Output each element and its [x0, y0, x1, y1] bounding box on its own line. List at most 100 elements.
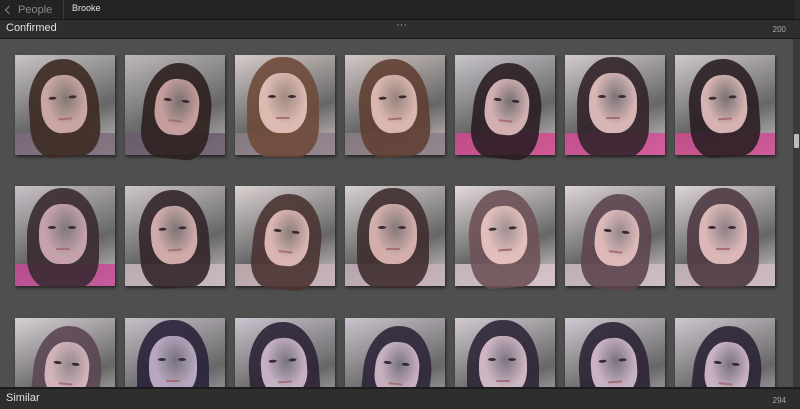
- photo-mouth: [498, 119, 513, 124]
- face-thumbnail[interactable]: [125, 55, 225, 163]
- photo-eye: [731, 362, 741, 367]
- photo-eye: [398, 95, 407, 99]
- photo-mouth: [278, 250, 293, 255]
- photo-mouth: [168, 119, 183, 124]
- scrollbar-thumb[interactable]: [794, 134, 799, 148]
- breadcrumb-divider: [63, 0, 64, 19]
- photo-mouth: [495, 380, 510, 383]
- photo-eye: [377, 225, 386, 229]
- photo-eye: [397, 225, 406, 229]
- photo-eye: [507, 357, 516, 361]
- photo-mouth: [498, 248, 513, 252]
- chevron-left-icon: [4, 5, 14, 15]
- photo-eye: [157, 357, 166, 361]
- face-thumbnail[interactable]: [345, 318, 445, 387]
- photo-eye: [378, 96, 387, 100]
- face-thumbnail[interactable]: [345, 186, 445, 288]
- face-thumbnail[interactable]: [15, 55, 115, 160]
- photo-eye: [713, 360, 722, 365]
- face-thumbnail[interactable]: [15, 318, 115, 387]
- photo-mouth: [605, 117, 620, 120]
- photo-eye: [67, 225, 76, 229]
- photo-eye: [163, 97, 172, 102]
- face-thumbnail[interactable]: [455, 186, 555, 291]
- similar-section-header[interactable]: Similar 294: [0, 388, 800, 409]
- back-label: People: [18, 3, 53, 16]
- photo-face: [589, 73, 637, 133]
- top-navigation-bar: People Brooke: [0, 0, 800, 20]
- photo-eye: [487, 357, 496, 361]
- photo-eye: [488, 227, 497, 231]
- photo-eye: [727, 225, 736, 229]
- photo-face: [479, 336, 527, 387]
- confirmed-photo-grid: [0, 39, 793, 387]
- confirmed-count: 200: [772, 25, 786, 34]
- photo-eye: [401, 362, 411, 367]
- photo-eye: [621, 230, 631, 235]
- photo-eye: [597, 94, 606, 98]
- photo-eye: [508, 226, 517, 230]
- vertical-scrollbar[interactable]: [793, 39, 800, 387]
- photo-face: [39, 204, 87, 264]
- face-thumbnail[interactable]: [345, 55, 445, 160]
- similar-title: Similar: [6, 392, 40, 404]
- photo-eye: [511, 99, 521, 104]
- confirmed-section-header[interactable]: Confirmed ··· 200: [0, 19, 800, 39]
- face-thumbnail[interactable]: [675, 318, 775, 387]
- photo-eye: [177, 357, 186, 361]
- photo-eye: [71, 362, 81, 367]
- photo-eye: [53, 360, 62, 365]
- face-thumbnail[interactable]: [455, 55, 555, 163]
- photo-eye: [617, 94, 626, 98]
- photo-mouth: [385, 248, 400, 251]
- breadcrumb-person-name: Brooke: [72, 3, 101, 13]
- photo-face: [259, 73, 307, 133]
- photo-eye: [708, 96, 717, 100]
- photo-mouth: [718, 117, 733, 121]
- photo-eye: [273, 228, 282, 233]
- face-thumbnail[interactable]: [565, 55, 665, 157]
- face-thumbnail[interactable]: [125, 318, 225, 387]
- photo-eye: [268, 359, 277, 363]
- photo-mouth: [608, 250, 623, 255]
- photo-eye: [728, 95, 737, 99]
- photo-eye: [68, 95, 77, 99]
- photo-mouth: [608, 380, 623, 384]
- face-thumbnail[interactable]: [15, 186, 115, 288]
- face-thumbnail[interactable]: [565, 186, 665, 294]
- similar-count: 294: [772, 396, 786, 405]
- photo-mouth: [715, 248, 730, 251]
- photo-mouth: [278, 380, 293, 384]
- photo-eye: [618, 358, 627, 362]
- photo-face: [699, 204, 747, 264]
- photo-mouth: [55, 248, 70, 251]
- photo-eye: [707, 225, 716, 229]
- photo-face: [149, 336, 197, 387]
- photo-eye: [158, 227, 167, 231]
- face-thumbnail[interactable]: [235, 318, 335, 387]
- photo-eye: [598, 359, 607, 363]
- photo-mouth: [165, 380, 180, 383]
- photo-eye: [178, 226, 187, 230]
- top-right-edge: [794, 0, 800, 19]
- photo-eye: [267, 94, 276, 98]
- photo-mouth: [275, 117, 290, 120]
- photo-eye: [288, 358, 297, 362]
- photo-mouth: [58, 117, 73, 121]
- back-to-people-button[interactable]: People: [4, 2, 53, 17]
- face-thumbnail[interactable]: [675, 55, 775, 160]
- photo-mouth: [388, 382, 403, 387]
- more-options-icon[interactable]: ···: [396, 19, 407, 31]
- face-thumbnail[interactable]: [675, 186, 775, 288]
- photo-eye: [287, 94, 296, 98]
- face-thumbnail[interactable]: [565, 318, 665, 387]
- photo-eye: [291, 230, 301, 235]
- face-thumbnail[interactable]: [235, 186, 335, 294]
- photo-eye: [493, 97, 502, 102]
- photo-eye: [47, 225, 56, 229]
- face-thumbnail[interactable]: [235, 55, 335, 157]
- photo-eye: [603, 228, 612, 233]
- face-thumbnail[interactable]: [455, 318, 555, 387]
- face-thumbnail[interactable]: [125, 186, 225, 291]
- photo-face: [369, 204, 417, 264]
